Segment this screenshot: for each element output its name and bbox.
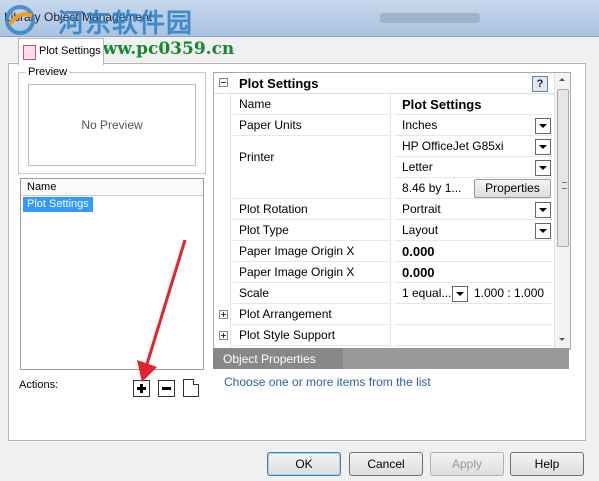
- origin-x-input[interactable]: 0.000: [394, 241, 552, 262]
- paper-size-value: 8.46 by 1...: [402, 181, 462, 195]
- list-item[interactable]: Plot Settings: [23, 197, 93, 212]
- row-label-printer: Printer: [233, 136, 391, 199]
- paper-units-select[interactable]: Inches: [394, 115, 552, 136]
- printer-value: HP OfficeJet G85xi: [402, 139, 504, 153]
- description-title: Object Properties: [223, 352, 316, 366]
- row-label-paper-units: Paper Units: [233, 115, 391, 136]
- origin-x-2-input[interactable]: 0.000: [394, 262, 552, 283]
- help-icon[interactable]: ?: [532, 76, 548, 92]
- ok-button[interactable]: OK: [267, 452, 341, 476]
- description-text: Choose one or more items from the list: [224, 375, 431, 389]
- scroll-down-icon[interactable]: [555, 335, 569, 345]
- chevron-down-icon[interactable]: [535, 118, 551, 134]
- row-label-origin-x: Paper Image Origin X: [233, 241, 391, 262]
- expand-style-support-icon[interactable]: [219, 331, 228, 340]
- faded-title: [380, 13, 480, 23]
- scroll-up-icon[interactable]: [555, 75, 569, 85]
- vertical-scrollbar[interactable]: [554, 73, 570, 349]
- grip-icon: [562, 182, 567, 189]
- scale-row[interactable]: 1 equal... 1.000 : 1.000: [394, 283, 552, 304]
- expand-arrangement-icon[interactable]: [219, 310, 228, 319]
- name-column-header[interactable]: Name: [21, 179, 203, 196]
- row-label-plot-style-support[interactable]: Plot Style Support: [233, 325, 391, 346]
- row-label-plot-rotation: Plot Rotation: [233, 199, 391, 220]
- row-label-name: Name: [233, 94, 391, 115]
- row-value-name[interactable]: Plot Settings: [394, 94, 552, 115]
- description-header: Object Properties: [213, 348, 569, 369]
- paper-units-value: Inches: [402, 118, 438, 132]
- section-header: Plot Settings: [214, 73, 554, 94]
- annotation-arrow-icon: [137, 239, 187, 382]
- plot-arrangement-value: [394, 304, 552, 325]
- chevron-down-icon[interactable]: [452, 286, 468, 302]
- watermark-url: www.pc0359.cn: [88, 39, 235, 59]
- paper-value: Letter: [402, 160, 433, 174]
- printer-properties-button[interactable]: Properties: [474, 179, 551, 198]
- paper-size-row: 8.46 by 1... Properties: [394, 178, 552, 199]
- section-title: Plot Settings: [239, 76, 319, 91]
- scale-ratio: 1.000 : 1.000: [474, 286, 545, 300]
- chevron-down-icon[interactable]: [535, 160, 551, 176]
- actions-label: Actions:: [19, 379, 59, 391]
- preview-group-label: Preview: [26, 66, 70, 78]
- plot-settings-icon: [23, 45, 36, 60]
- plot-style-support-value: [394, 325, 552, 346]
- property-grid: Plot Settings ? Name Plot Settings Paper…: [213, 72, 571, 350]
- chevron-down-icon[interactable]: [535, 139, 551, 155]
- help-button[interactable]: Help: [510, 452, 584, 476]
- collapse-icon[interactable]: [219, 78, 228, 87]
- scale-value: 1 equal...: [402, 286, 452, 300]
- cancel-button[interactable]: Cancel: [349, 452, 423, 476]
- plot-rotation-value: Portrait: [402, 202, 441, 216]
- apply-button[interactable]: Apply: [430, 452, 504, 476]
- printer-select[interactable]: HP OfficeJet G85xi: [394, 136, 552, 157]
- chevron-down-icon[interactable]: [535, 223, 551, 239]
- preview-box: No Preview: [28, 84, 196, 166]
- paper-select[interactable]: Letter: [394, 157, 552, 178]
- plot-type-select[interactable]: Layout: [394, 220, 552, 241]
- row-label-origin-x-2: Paper Image Origin X: [233, 262, 391, 283]
- row-label-scale: Scale: [233, 283, 391, 304]
- row-label-plot-type: Plot Type: [233, 220, 391, 241]
- plot-rotation-select[interactable]: Portrait: [394, 199, 552, 220]
- chevron-down-icon[interactable]: [535, 202, 551, 218]
- preview-placeholder: No Preview: [81, 118, 143, 132]
- row-label-plot-arrangement[interactable]: Plot Arrangement: [233, 304, 391, 325]
- tab-plot-settings[interactable]: Plot Settings: [18, 38, 104, 65]
- description-header-fade: [343, 348, 569, 369]
- scroll-thumb[interactable]: [557, 89, 569, 247]
- plot-type-value: Layout: [402, 223, 439, 237]
- watermark-logo-icon: [5, 5, 35, 35]
- tab-label: Plot Settings: [39, 45, 101, 57]
- watermark-name: 河东软件园: [58, 9, 194, 39]
- name-column-header-label: Name: [27, 181, 57, 193]
